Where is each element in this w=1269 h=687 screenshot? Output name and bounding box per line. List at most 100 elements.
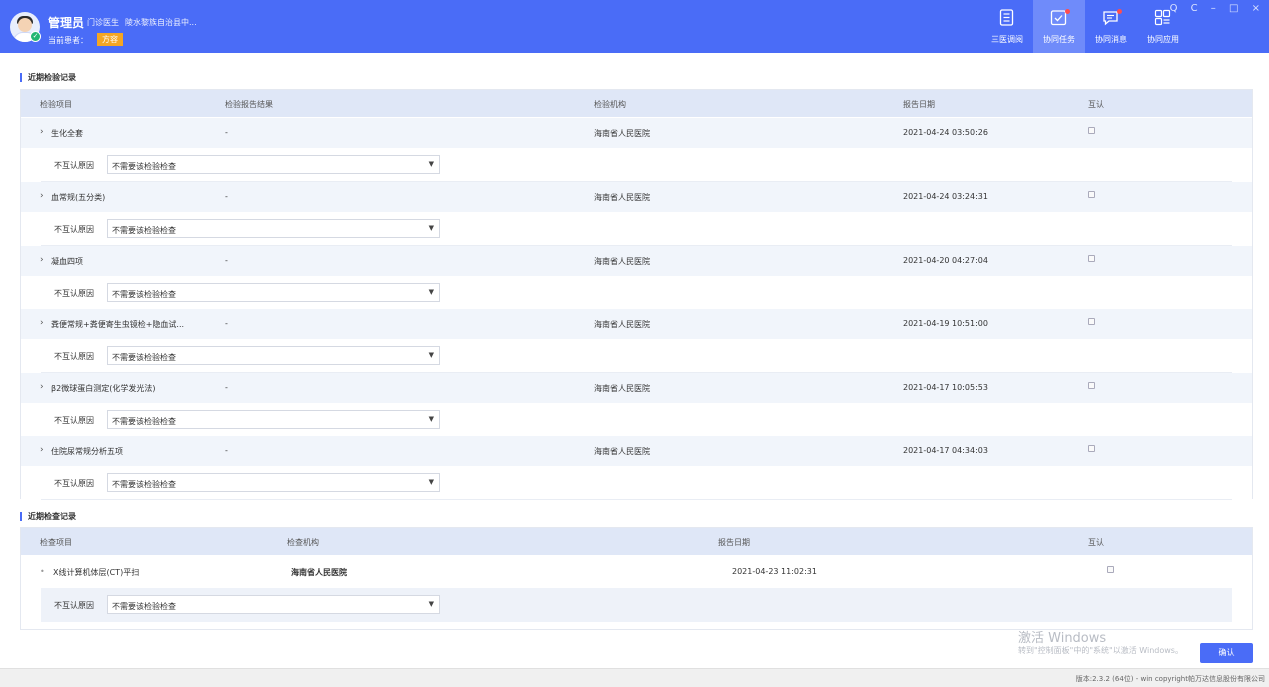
confirm-button[interactable]: 确认 xyxy=(1200,643,1253,663)
mutual-recognition-checkbox[interactable] xyxy=(1088,445,1095,452)
reason-label: 不互认原因 xyxy=(54,479,94,488)
current-patient-badge[interactable]: 方容 xyxy=(97,33,123,46)
reason-row: 不互认原因 不需要该检验检查 ▼ xyxy=(21,339,1252,373)
dropdown-arrow-icon: ▼ xyxy=(428,415,434,423)
window-controls[interactable]: Q C – □ × xyxy=(1170,3,1265,14)
table-row[interactable]: › β2微球蛋白测定(化学发光法) - 海南省人民医院 2021-04-17 1… xyxy=(21,373,1252,403)
user-name: 管理员 xyxy=(48,16,85,30)
reason-value: 不需要该检验检查 xyxy=(112,162,176,171)
current-patient-label: 当前患者： xyxy=(48,36,88,45)
dropdown-arrow-icon: ▼ xyxy=(428,478,434,486)
lab-date: 2021-04-17 04:34:03 xyxy=(903,446,988,455)
lab-result: - xyxy=(225,446,228,455)
reason-row: 不互认原因 不需要该检验检查 ▼ xyxy=(41,588,1232,622)
lab-date: 2021-04-24 03:50:26 xyxy=(903,128,988,137)
lab-item: 住院尿常规分析五项 xyxy=(51,447,123,456)
bullet-icon: • xyxy=(40,567,45,576)
table-row[interactable]: › 住院尿常规分析五项 - 海南省人民医院 2021-04-17 04:34:0… xyxy=(21,436,1252,466)
chevron-right-icon[interactable]: › xyxy=(40,127,44,137)
version-copyright: 版本:2.3.2 (64位) - win copyright帕万达信息股份有限公… xyxy=(1075,675,1265,683)
exam-item: X线计算机体层(CT)平扫 xyxy=(53,568,140,577)
lab-date: 2021-04-17 10:05:53 xyxy=(903,383,988,392)
dropdown-arrow-icon: ▼ xyxy=(428,224,434,232)
reason-select[interactable]: 不需要该检验检查 ▼ xyxy=(107,410,440,429)
lab-records-table: 检验项目 检验报告结果 检验机构 报告日期 互认 › 生化全套 - 海南省人民医… xyxy=(20,89,1253,500)
col-header: 互认 xyxy=(1088,100,1104,109)
dropdown-arrow-icon: ▼ xyxy=(428,351,434,359)
online-check-icon: ✓ xyxy=(30,31,41,42)
reason-value: 不需要该检验检查 xyxy=(112,226,176,235)
lab-item: 血常规(五分类) xyxy=(51,193,106,202)
exam-org: 海南省人民医院 xyxy=(291,568,347,577)
lab-org: 海南省人民医院 xyxy=(594,193,650,202)
col-header: 报告日期 xyxy=(903,100,935,109)
lab-date: 2021-04-20 04:27:04 xyxy=(903,256,988,265)
chevron-right-icon[interactable]: › xyxy=(40,445,44,455)
reason-value: 不需要该检验检查 xyxy=(112,602,176,611)
lab-org: 海南省人民医院 xyxy=(594,129,650,138)
table-row[interactable]: › 凝血四项 - 海南省人民医院 2021-04-20 04:27:04 xyxy=(21,246,1252,276)
col-header: 互认 xyxy=(1088,538,1104,547)
reason-row: 不互认原因 不需要该检验检查 ▼ xyxy=(21,212,1252,246)
reason-row: 不互认原因 不需要该检验检查 ▼ xyxy=(21,403,1252,437)
reason-value: 不需要该检验检查 xyxy=(112,353,176,362)
mutual-recognition-checkbox[interactable] xyxy=(1088,127,1095,134)
reason-select[interactable]: 不需要该检验检查 ▼ xyxy=(107,346,440,365)
table-row[interactable]: › 粪便常规+粪便寄生虫镜检+隐血试... - 海南省人民医院 2021-04-… xyxy=(21,309,1252,339)
reason-select[interactable]: 不需要该检验检查 ▼ xyxy=(107,283,440,302)
chevron-right-icon[interactable]: › xyxy=(40,382,44,392)
user-hospital: 陵水黎族自治县中... xyxy=(125,18,197,27)
reason-select[interactable]: 不需要该检验检查 ▼ xyxy=(107,155,440,174)
dropdown-arrow-icon: ▼ xyxy=(428,160,434,168)
reason-value: 不需要该检验检查 xyxy=(112,417,176,426)
reason-label: 不互认原因 xyxy=(54,352,94,361)
status-footer: 版本:2.3.2 (64位) - win copyright帕万达信息股份有限公… xyxy=(0,668,1269,687)
reason-row: 不互认原因 不需要该检验检查 ▼ xyxy=(21,466,1252,500)
lab-item: 凝血四项 xyxy=(51,257,83,266)
col-header: 检验报告结果 xyxy=(225,100,273,109)
document-list-icon xyxy=(999,9,1014,26)
chevron-right-icon[interactable]: › xyxy=(40,255,44,265)
notification-dot xyxy=(1117,9,1122,14)
notification-dot xyxy=(1065,9,1070,14)
lab-date: 2021-04-19 10:51:00 xyxy=(903,319,988,328)
mutual-recognition-checkbox[interactable] xyxy=(1088,382,1095,389)
exam-date: 2021-04-23 11:02:31 xyxy=(732,567,817,576)
lab-result: - xyxy=(225,319,228,328)
mutual-recognition-checkbox[interactable] xyxy=(1088,318,1095,325)
col-header: 检查机构 xyxy=(287,538,319,547)
reason-label: 不互认原因 xyxy=(54,161,94,170)
mutual-recognition-checkbox[interactable] xyxy=(1107,566,1114,573)
lab-result: - xyxy=(225,192,228,201)
lab-org: 海南省人民医院 xyxy=(594,257,650,266)
lab-org: 海南省人民医院 xyxy=(594,384,650,393)
col-header: 检验机构 xyxy=(594,100,626,109)
chevron-right-icon[interactable]: › xyxy=(40,318,44,328)
nav-collab-task[interactable]: 协同任务 xyxy=(1033,0,1085,53)
table-row[interactable]: • X线计算机体层(CT)平扫 海南省人民医院 2021-04-23 11:02… xyxy=(21,557,1252,587)
mutual-recognition-checkbox[interactable] xyxy=(1088,191,1095,198)
col-header: 检查项目 xyxy=(40,538,72,547)
chevron-right-icon[interactable]: › xyxy=(40,191,44,201)
table-row[interactable]: › 生化全套 - 海南省人民医院 2021-04-24 03:50:26 xyxy=(21,118,1252,148)
lab-org: 海南省人民医院 xyxy=(594,447,650,456)
reason-select[interactable]: 不需要该检验检查 ▼ xyxy=(107,219,440,238)
nav-label: 协同任务 xyxy=(1043,35,1075,44)
mutual-recognition-checkbox[interactable] xyxy=(1088,255,1095,262)
activation-watermark-text: 转到"控制面板"中的"系统"以激活 Windows。 xyxy=(1018,646,1183,655)
reason-label: 不互认原因 xyxy=(54,225,94,234)
reason-row: 不互认原因 不需要该检验检查 ▼ xyxy=(21,148,1252,182)
reason-select[interactable]: 不需要该检验检查 ▼ xyxy=(107,473,440,492)
nav-collab-message[interactable]: 协同消息 xyxy=(1085,0,1137,53)
nav-label: 协同消息 xyxy=(1095,35,1127,44)
exam-table-header: 检查项目 检查机构 报告日期 互认 xyxy=(21,528,1252,555)
exam-section-title: 近期检查记录 xyxy=(20,512,76,521)
nav-three-medical[interactable]: 三医调阅 xyxy=(981,0,1033,53)
reason-value: 不需要该检验检查 xyxy=(112,290,176,299)
reason-select[interactable]: 不需要该检验检查 ▼ xyxy=(107,595,440,614)
lab-item: β2微球蛋白测定(化学发光法) xyxy=(51,384,156,393)
reason-label: 不互认原因 xyxy=(54,289,94,298)
table-row[interactable]: › 血常规(五分类) - 海南省人民医院 2021-04-24 03:24:31 xyxy=(21,182,1252,212)
col-header: 报告日期 xyxy=(718,538,750,547)
lab-date: 2021-04-24 03:24:31 xyxy=(903,192,988,201)
